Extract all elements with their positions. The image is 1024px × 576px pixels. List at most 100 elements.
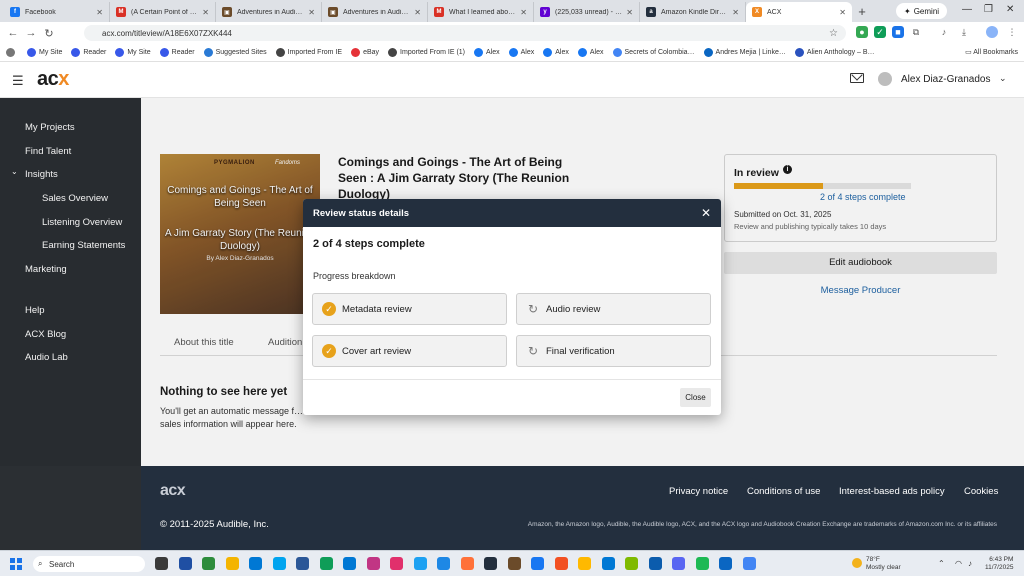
taskbar-app-icon[interactable] — [625, 557, 638, 570]
taskbar-app-icon[interactable] — [554, 557, 568, 570]
tray-chevron-up-icon[interactable]: ⌃ — [938, 559, 945, 568]
menu-kebab-icon[interactable]: ⋮ — [1006, 26, 1018, 38]
taskbar-app-icon[interactable] — [531, 557, 544, 570]
bookmark-item[interactable]: Reader — [159, 48, 195, 57]
bookmark-item[interactable]: Suggested Sites — [203, 48, 267, 57]
footer-link-cookies[interactable]: Cookies — [964, 486, 998, 497]
extension-icon[interactable]: ● — [856, 26, 868, 38]
bookmark-item[interactable]: My Site — [27, 48, 62, 57]
bookmark-item[interactable]: Alex — [508, 48, 534, 57]
taskbar-app-icon[interactable] — [601, 557, 615, 570]
taskbar-app-icon[interactable] — [719, 557, 732, 570]
browser-tab[interactable]: M(A Certain Point of View…✕ — [110, 2, 216, 22]
all-bookmarks-button[interactable]: ▭ All Bookmarks — [965, 48, 1018, 56]
taskbar-search-input[interactable]: ⌕ Search — [33, 556, 145, 572]
system-clock[interactable]: 6:43 PM 11/7/2025 — [985, 556, 1013, 572]
bookmark-item[interactable]: Alien Anthology – B… — [794, 48, 875, 57]
wifi-icon[interactable]: ◠ — [955, 559, 962, 568]
footer-acx-logo[interactable]: acx — [160, 482, 186, 500]
chevron-down-icon[interactable]: ⌄ — [999, 73, 1007, 84]
profile-avatar-icon[interactable] — [986, 26, 998, 38]
taskbar-app-icon[interactable] — [366, 557, 380, 570]
tab-close-icon[interactable]: ✕ — [96, 8, 103, 17]
acx-logo[interactable]: acx — [37, 68, 69, 91]
taskbar-app-icon[interactable] — [507, 557, 521, 570]
taskbar-app-icon[interactable] — [249, 557, 262, 570]
bookmark-item[interactable]: eBay — [351, 48, 379, 57]
taskbar-app-icon[interactable] — [296, 557, 309, 570]
taskbar-app-icon[interactable] — [695, 557, 709, 570]
new-tab-icon[interactable]: + — [852, 2, 872, 22]
bookmark-item[interactable]: Secrets of Colombia… — [612, 48, 695, 57]
browser-tab[interactable]: aAmazon Kindle Direct P…✕ — [640, 2, 746, 22]
bookmark-item[interactable]: My Site — [115, 48, 151, 57]
footer-link-privacy[interactable]: Privacy notice — [669, 486, 728, 497]
bookmark-item[interactable]: Alex — [577, 48, 604, 57]
taskbar-app-icon[interactable] — [460, 557, 474, 570]
tab-close-icon[interactable]: ✕ — [308, 8, 315, 17]
username-label[interactable]: Alex Diaz-Granados — [901, 74, 990, 85]
user-avatar-icon[interactable] — [878, 72, 892, 86]
bookmark-item[interactable]: Andres Mejia | Linke… — [703, 48, 786, 57]
browser-tab[interactable]: f Facebook ✕ — [4, 2, 110, 22]
taskbar-app-icon[interactable] — [578, 557, 591, 570]
url-input[interactable]: acx.com/titleview/A18E6X07ZXK444 ☆ — [84, 25, 846, 41]
taskbar-app-icon[interactable] — [648, 557, 662, 570]
bookmark-item[interactable] — [6, 48, 18, 57]
close-button[interactable]: Close — [680, 388, 711, 407]
taskbar-app-icon[interactable] — [390, 557, 403, 570]
taskbar-app-icon[interactable] — [178, 557, 192, 570]
taskbar-app-icon[interactable] — [319, 557, 333, 570]
taskbar-app-icon[interactable] — [437, 557, 450, 570]
tab-close-icon[interactable]: ✕ — [732, 8, 739, 17]
taskbar-app-icon[interactable] — [413, 557, 427, 570]
browser-tab[interactable]: ▣Adventures in Audiobo…✕ — [216, 2, 322, 22]
taskbar-app-icon[interactable] — [202, 557, 215, 570]
taskbar-app-icon[interactable] — [155, 557, 168, 570]
bookmark-item[interactable]: Alex — [543, 48, 569, 57]
browser-tab[interactable]: X ACX ✕ — [746, 2, 852, 22]
review-step: ↻ Audio review — [516, 293, 711, 325]
close-icon[interactable]: ✕ — [701, 206, 711, 220]
bookmark-item[interactable]: Alex — [474, 48, 500, 57]
taskbar-app-icon[interactable] — [343, 557, 356, 570]
footer-link-ads-policy[interactable]: Interest-based ads policy — [839, 486, 945, 497]
extensions-puzzle-icon[interactable]: ⧉ — [910, 26, 922, 38]
weather-widget[interactable]: 78°F Mostly clear — [852, 556, 901, 572]
close-window-icon[interactable]: ✕ — [1006, 4, 1014, 15]
bookmark-item[interactable]: Reader — [71, 48, 106, 57]
bookmark-star-icon[interactable]: ☆ — [829, 28, 838, 39]
minimize-icon[interactable]: — — [962, 4, 972, 15]
browser-tab[interactable]: M What I learned about … ✕ — [428, 2, 534, 22]
windows-start-icon[interactable] — [10, 558, 22, 570]
extension-icon[interactable]: ■ — [892, 26, 904, 38]
taskbar-app-icon[interactable] — [225, 557, 239, 570]
tab-close-icon[interactable]: ✕ — [520, 8, 527, 17]
download-icon[interactable]: ⤓ — [958, 26, 970, 38]
extension-icon[interactable]: ✓ — [874, 26, 886, 38]
browser-tab[interactable]: y(225,033 unread) - alexd…✕ — [534, 2, 640, 22]
bookmark-favicon-icon — [203, 48, 213, 57]
media-icon[interactable]: ♪ — [938, 26, 950, 38]
reload-icon[interactable]: ↻ — [40, 27, 58, 40]
footer-link-conditions[interactable]: Conditions of use — [747, 486, 820, 497]
bookmark-item[interactable]: Imported From IE — [275, 48, 342, 57]
forward-icon[interactable]: → — [22, 27, 40, 39]
tab-close-icon[interactable]: ✕ — [202, 8, 209, 17]
tab-close-icon[interactable]: ✕ — [414, 8, 421, 17]
taskbar-app-icon[interactable] — [742, 557, 756, 570]
bookmark-favicon-icon — [351, 48, 361, 57]
browser-tab[interactable]: ▣Adventures in Audiobo…✕ — [322, 2, 428, 22]
back-icon[interactable]: ← — [4, 27, 22, 39]
mail-icon[interactable] — [850, 73, 864, 83]
volume-icon[interactable]: ♪ — [968, 559, 972, 568]
tab-close-icon[interactable]: ✕ — [626, 8, 633, 17]
hamburger-menu-icon[interactable]: ☰ — [12, 73, 24, 89]
tab-close-icon[interactable]: ✕ — [839, 8, 846, 17]
bookmark-item[interactable]: Imported From IE (1) — [388, 48, 465, 57]
restore-icon[interactable]: ❐ — [984, 4, 993, 15]
gemini-button[interactable]: ✦ Gemini — [896, 3, 948, 19]
taskbar-app-icon[interactable] — [484, 557, 497, 570]
taskbar-app-icon[interactable] — [272, 557, 286, 570]
taskbar-app-icon[interactable] — [672, 557, 685, 570]
